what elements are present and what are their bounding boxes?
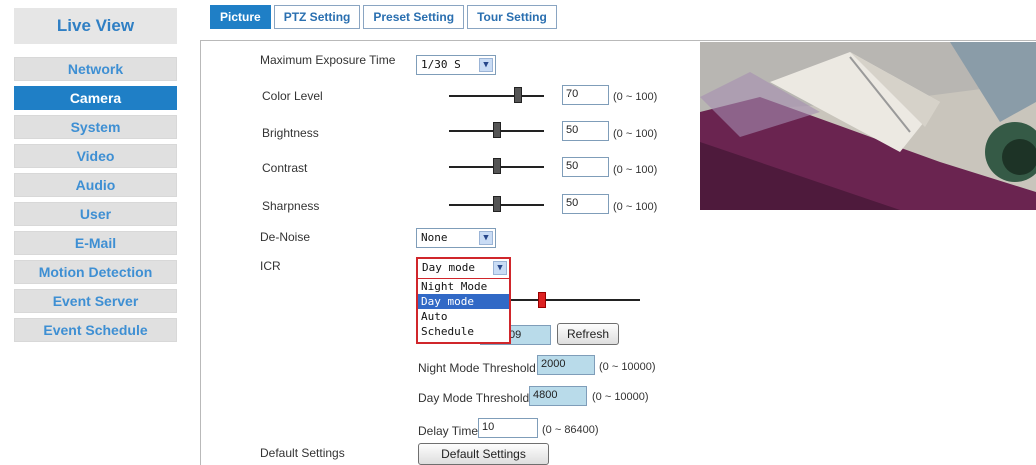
contrast-thumb[interactable] (493, 158, 501, 174)
sidebar-item-camera[interactable]: Camera (14, 86, 177, 110)
chevron-down-icon: ▼ (493, 261, 507, 275)
sidebar-item-audio[interactable]: Audio (14, 173, 177, 197)
color-level-track[interactable] (449, 95, 544, 97)
light-level-track[interactable] (500, 299, 640, 301)
camera-preview-image (700, 42, 1036, 210)
sidebar-item-event-schedule[interactable]: Event Schedule (14, 318, 177, 342)
contrast-input[interactable]: 50 (562, 157, 609, 177)
color-level-range: (0 ~ 100) (613, 91, 658, 103)
day-threshold-input[interactable]: 4800 (529, 386, 587, 406)
sidebar-item-motion-detection[interactable]: Motion Detection (14, 260, 177, 284)
color-level-thumb[interactable] (514, 87, 522, 103)
tab-ptz-setting[interactable]: PTZ Setting (273, 5, 361, 29)
icr-dropdown-list: Night Mode Day mode Auto Schedule (416, 279, 511, 344)
night-threshold-range: (0 ~ 10000) (599, 361, 656, 373)
icr-option-night-mode[interactable]: Night Mode (418, 279, 509, 294)
delay-time-range: (0 ~ 86400) (542, 424, 599, 436)
camera-settings-page: Live View Network Camera System Video Au… (0, 0, 1036, 465)
sidebar-item-user[interactable]: User (14, 202, 177, 226)
brightness-input[interactable]: 50 (562, 121, 609, 141)
camera-preview-svg (700, 42, 1036, 210)
settings-tabs: Picture PTZ Setting Preset Setting Tour … (210, 5, 560, 29)
chevron-down-icon: ▼ (479, 58, 493, 72)
tab-tour-setting[interactable]: Tour Setting (467, 5, 557, 29)
sidebar: Live View Network Camera System Video Au… (0, 0, 190, 465)
sharpness-label: Sharpness (262, 199, 320, 213)
sidebar-item-video[interactable]: Video (14, 144, 177, 168)
max-exposure-select[interactable]: 1/30 S ▼ (416, 55, 496, 75)
night-threshold-label: Night Mode Threshold (418, 361, 536, 375)
denoise-value: None (421, 231, 448, 244)
default-settings-label: Default Settings (260, 446, 345, 460)
tab-picture[interactable]: Picture (210, 5, 271, 29)
day-threshold-range: (0 ~ 10000) (592, 391, 649, 403)
denoise-select[interactable]: None ▼ (416, 228, 496, 248)
max-exposure-label: Maximum Exposure Time (260, 53, 396, 67)
delay-time-label: Delay Time (418, 424, 479, 438)
sidebar-item-system[interactable]: System (14, 115, 177, 139)
refresh-button[interactable]: Refresh (557, 323, 619, 345)
icr-option-schedule[interactable]: Schedule (418, 324, 509, 339)
tab-preset-setting[interactable]: Preset Setting (363, 5, 465, 29)
light-level-thumb[interactable] (538, 292, 546, 308)
sharpness-range: (0 ~ 100) (613, 201, 658, 213)
icr-value: Day mode (422, 261, 475, 274)
brightness-range: (0 ~ 100) (613, 128, 658, 140)
icr-option-day-mode[interactable]: Day mode (418, 294, 509, 309)
denoise-label: De-Noise (260, 230, 311, 244)
icr-select[interactable]: Day mode ▼ (416, 257, 511, 280)
sharpness-thumb[interactable] (493, 196, 501, 212)
color-level-label: Color Level (262, 89, 323, 103)
max-exposure-value: 1/30 S (421, 58, 461, 71)
live-view-link[interactable]: Live View (14, 8, 177, 44)
icr-option-auto[interactable]: Auto (418, 309, 509, 324)
sidebar-item-network[interactable]: Network (14, 57, 177, 81)
delay-time-input[interactable]: 10 (478, 418, 538, 438)
color-level-input[interactable]: 70 (562, 85, 609, 105)
sharpness-input[interactable]: 50 (562, 194, 609, 214)
contrast-label: Contrast (262, 161, 308, 175)
default-settings-button[interactable]: Default Settings (418, 443, 549, 465)
brightness-label: Brightness (262, 126, 319, 140)
chevron-down-icon: ▼ (479, 231, 493, 245)
sidebar-item-email[interactable]: E-Mail (14, 231, 177, 255)
sidebar-item-event-server[interactable]: Event Server (14, 289, 177, 313)
day-threshold-label: Day Mode Threshold (418, 391, 530, 405)
contrast-range: (0 ~ 100) (613, 164, 658, 176)
icr-label: ICR (260, 259, 281, 273)
night-threshold-input[interactable]: 2000 (537, 355, 595, 375)
brightness-thumb[interactable] (493, 122, 501, 138)
